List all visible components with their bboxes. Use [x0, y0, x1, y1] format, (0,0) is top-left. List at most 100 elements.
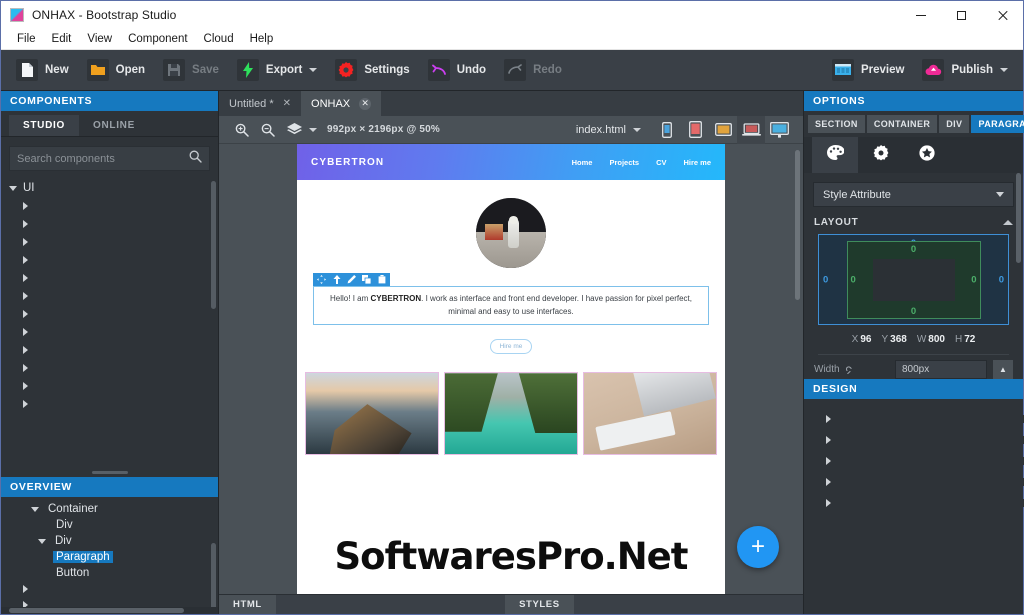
delete-icon[interactable] — [376, 274, 387, 285]
tree-item-structure[interactable]: Structure — [1, 377, 218, 395]
duplicate-icon[interactable] — [361, 274, 372, 285]
tab-settings[interactable] — [858, 137, 904, 173]
phone-icon[interactable] — [653, 116, 681, 144]
avatar[interactable] — [476, 198, 546, 268]
design-item-fonts[interactable]: Fonts — [804, 471, 1024, 492]
tab-online[interactable]: ONLINE — [79, 115, 149, 136]
zoom-out-icon[interactable] — [255, 119, 281, 141]
design-canvas[interactable]: CYBERTRON Home Projects CV Hire me Hello… — [219, 144, 803, 594]
add-component-fab[interactable]: + — [737, 526, 779, 568]
box-model-diagram[interactable]: 0 30 0 0 0 0 0 0 — [818, 234, 1009, 326]
overview-row-container[interactable]: Container — [1, 501, 218, 517]
search-icon[interactable] — [189, 150, 202, 168]
tree-item-forms[interactable]: Forms — [1, 251, 218, 269]
move-icon[interactable] — [316, 274, 327, 285]
options-scrollbar[interactable] — [1016, 173, 1021, 263]
design-item-images[interactable]: Images — [804, 492, 1024, 513]
tree-item-features[interactable]: Features — [1, 215, 218, 233]
bottom-tab-styles[interactable]: STYLES — [505, 595, 574, 614]
edit-pencil-icon[interactable] — [346, 274, 357, 285]
minimize-button[interactable] — [900, 1, 941, 29]
nav-link-hireme[interactable]: Hire me — [683, 158, 711, 167]
lagoon-boats-photo[interactable] — [444, 372, 578, 456]
tab-studio[interactable]: STUDIO — [9, 115, 79, 136]
maximize-button[interactable] — [941, 1, 982, 29]
search-components-field[interactable] — [9, 146, 210, 171]
nav-link-projects[interactable]: Projects — [609, 158, 639, 167]
overview-row-section-2[interactable]: Section — [1, 597, 218, 607]
breadcrumb-div[interactable]: DIV — [939, 115, 970, 133]
doc-tab-untitled[interactable]: Untitled * ✕ — [219, 91, 302, 116]
tree-item-navigation[interactable]: Navigation — [1, 341, 218, 359]
margin-right-value[interactable]: 0 — [999, 274, 1004, 285]
tablet-portrait-icon[interactable] — [681, 116, 709, 144]
components-scrollbar[interactable] — [211, 181, 216, 309]
publish-button[interactable]: Publish — [913, 50, 1017, 91]
overview-hscrollbar[interactable] — [1, 607, 218, 614]
overview-row-div[interactable]: Div — [1, 517, 218, 533]
overview-row-div-2[interactable]: Div — [1, 533, 218, 549]
tree-item-headers[interactable]: Headers — [1, 269, 218, 287]
tree-item-ui[interactable]: UI — [1, 179, 218, 197]
design-item-styles[interactable]: Styles — [804, 429, 1024, 450]
undo-button[interactable]: Undo — [419, 50, 495, 91]
margin-left-value[interactable]: 0 — [823, 274, 828, 285]
overview-scrollbar[interactable] — [211, 543, 216, 607]
chevron-down-icon[interactable] — [309, 127, 317, 132]
menu-item-edit[interactable]: Edit — [44, 31, 80, 47]
tablet-landscape-icon[interactable] — [709, 116, 737, 144]
menu-item-cloud[interactable]: Cloud — [196, 31, 242, 47]
close-icon[interactable]: ✕ — [283, 98, 291, 109]
tree-item-footers[interactable]: Footers — [1, 233, 218, 251]
coastal-cliff-photo[interactable] — [305, 372, 439, 456]
layers-icon[interactable] — [281, 119, 307, 141]
width-stepper[interactable]: ▲ — [993, 360, 1013, 379]
tree-item-projects[interactable]: Projects — [1, 359, 218, 377]
padding-top-value[interactable]: 0 — [911, 244, 916, 255]
close-button[interactable] — [982, 1, 1023, 29]
tree-item-highlights[interactable]: Highlights — [1, 287, 218, 305]
save-button[interactable]: Save — [154, 50, 228, 91]
desk-imac-photo[interactable] — [583, 372, 717, 456]
preview-brand[interactable]: CYBERTRON — [311, 157, 384, 168]
panel-resize-grip[interactable] — [1, 468, 218, 477]
bottom-tab-html[interactable]: HTML — [219, 595, 276, 614]
menu-item-view[interactable]: View — [79, 31, 120, 47]
canvas-scrollbar[interactable] — [795, 150, 800, 300]
tree-item-media[interactable]: Media — [1, 305, 218, 323]
laptop-icon[interactable] — [737, 115, 765, 144]
zoom-in-icon[interactable] — [229, 119, 255, 141]
padding-bottom-value[interactable]: 0 — [911, 306, 916, 317]
tree-item-misc[interactable]: Misc — [1, 323, 218, 341]
padding-right-value[interactable]: 0 — [971, 274, 976, 285]
new-button[interactable]: New — [7, 50, 78, 91]
nav-link-home[interactable]: Home — [572, 158, 593, 167]
settings-button[interactable]: Settings — [326, 50, 418, 91]
open-button[interactable]: Open — [78, 50, 154, 91]
tab-appearance[interactable] — [812, 137, 858, 173]
desktop-icon[interactable] — [765, 116, 793, 144]
menu-item-file[interactable]: File — [9, 31, 44, 47]
select-parent-icon[interactable] — [331, 274, 342, 285]
width-input[interactable]: 800px — [895, 360, 987, 379]
hire-me-button[interactable]: Hire me — [489, 339, 533, 355]
layout-section-header[interactable]: LAYOUT — [804, 215, 1023, 232]
tab-favorites[interactable] — [904, 137, 950, 173]
selected-paragraph[interactable]: Hello! I am CYBERTRON. I work as interfa… — [313, 286, 709, 326]
breadcrumb-container[interactable]: CONTAINER — [866, 115, 938, 133]
page-preview[interactable]: CYBERTRON Home Projects CV Hire me Hello… — [297, 144, 725, 594]
menu-item-component[interactable]: Component — [120, 31, 195, 47]
export-button[interactable]: Export — [228, 50, 326, 91]
breadcrumb-paragraph[interactable]: PARAGRAPH — [971, 115, 1024, 133]
link-icon[interactable] — [845, 361, 857, 379]
chevron-up-icon[interactable] — [1003, 220, 1013, 225]
menu-item-help[interactable]: Help — [242, 31, 282, 47]
padding-left-value[interactable]: 0 — [851, 274, 856, 285]
design-item-javascript[interactable]: JavaScript — [804, 450, 1024, 471]
overview-row-button[interactable]: Button — [1, 565, 218, 581]
close-icon[interactable]: ✕ — [359, 97, 372, 110]
nav-link-cv[interactable]: CV — [656, 158, 666, 167]
design-item-pages[interactable]: Pages — [804, 408, 1024, 429]
overview-row-section-1[interactable]: Section — [1, 581, 218, 597]
style-attribute-select[interactable]: Style Attribute — [813, 182, 1014, 207]
